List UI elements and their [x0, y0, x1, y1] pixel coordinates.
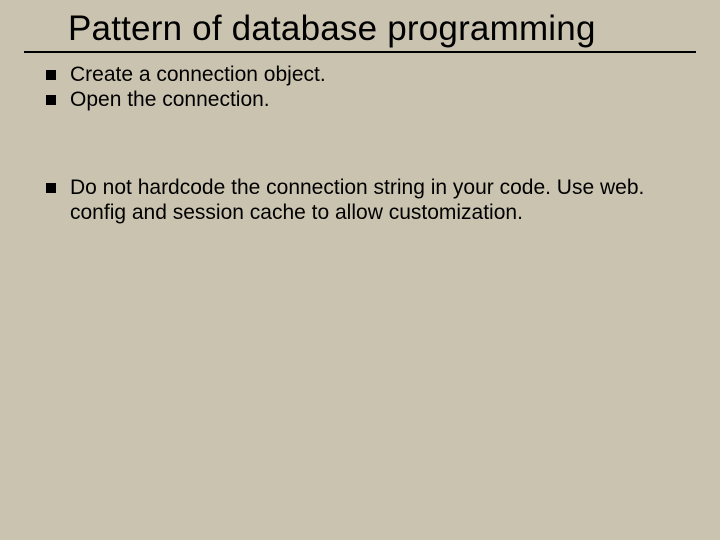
spacer: [46, 114, 686, 176]
slide-body: Create a connection object. Open the con…: [24, 53, 696, 226]
slide-title: Pattern of database programming: [68, 10, 696, 49]
bullet-icon: [46, 70, 56, 80]
title-container: Pattern of database programming: [24, 10, 696, 53]
list-item: Create a connection object.: [46, 63, 686, 88]
bullet-text: Create a connection object.: [70, 63, 686, 88]
slide: Pattern of database programming Create a…: [0, 0, 720, 540]
bullet-icon: [46, 183, 56, 193]
bullet-text: Open the connection.: [70, 88, 686, 113]
list-item: Do not hardcode the connection string in…: [46, 176, 686, 226]
list-item: Open the connection.: [46, 88, 686, 113]
bullet-text: Do not hardcode the connection string in…: [70, 176, 686, 226]
bullet-icon: [46, 95, 56, 105]
